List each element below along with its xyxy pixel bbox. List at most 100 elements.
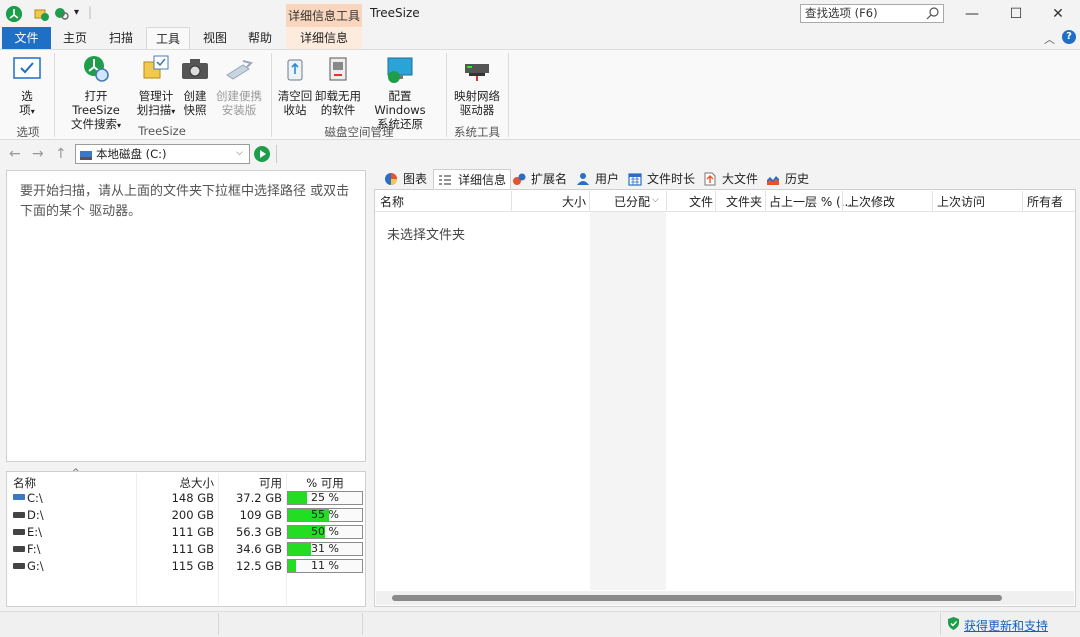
table-row[interactable]: D:\ 200 GB 109 GB 55 %	[8, 507, 364, 524]
recycle-label-2: 收站	[283, 103, 307, 117]
open-label-1: 打开 TreeSize	[72, 89, 120, 117]
up-button[interactable]: ↑	[55, 146, 67, 162]
tab-home[interactable]: 主页	[56, 27, 94, 49]
tab-details[interactable]: 详细信息	[286, 27, 362, 49]
drive-icon	[13, 512, 25, 518]
tab-extensions[interactable]: 扩展名	[512, 169, 567, 189]
free-percent-bar: 50 %	[287, 525, 363, 539]
table-row[interactable]: E:\ 111 GB 56.3 GB 50 %	[8, 524, 364, 541]
search-input[interactable]: 查找选项 (F6)	[800, 4, 944, 23]
status-separator	[362, 613, 363, 635]
col-last-modified[interactable]: 上次修改	[847, 193, 895, 210]
tab-users[interactable]: 用户	[576, 169, 619, 189]
schedule-scan-button[interactable]: 管理计 划扫描▾	[134, 53, 178, 119]
calendar-check-icon	[140, 53, 172, 85]
tab-help[interactable]: 帮助	[241, 27, 279, 49]
group-separator	[446, 53, 447, 137]
shield-check-icon	[947, 617, 960, 630]
back-button[interactable]: ←	[9, 146, 21, 162]
group-separator	[508, 53, 509, 137]
col-last-accessed[interactable]: 上次访问	[937, 193, 985, 210]
large-file-icon	[703, 172, 717, 186]
column-divider	[932, 191, 933, 211]
options-button[interactable]: 选 项▾	[8, 53, 46, 119]
start-scan-icon[interactable]	[254, 146, 270, 162]
get-updates-link[interactable]: 获得更新和支持	[964, 617, 1048, 634]
users-icon	[576, 172, 590, 186]
col-owner[interactable]: 所有者	[1027, 193, 1063, 210]
collapse-ribbon-icon[interactable]: ︿	[1044, 31, 1055, 47]
allocated-column-highlight	[590, 212, 666, 590]
monitor-restore-icon	[384, 53, 416, 85]
treesize-logo-icon	[6, 6, 22, 22]
table-row[interactable]: C:\ 148 GB 37.2 GB 25 %	[8, 490, 364, 507]
system-drive-icon	[13, 494, 25, 500]
column-divider	[765, 191, 766, 211]
details-panel[interactable]	[374, 189, 1076, 607]
drive-free: 12.5 GB	[235, 559, 282, 573]
drive-icon	[13, 546, 25, 552]
minimize-button[interactable]: —	[950, 2, 994, 26]
tab-file-age[interactable]: 文件时长	[628, 169, 695, 189]
drive-name: F:\	[27, 542, 41, 556]
col-allocated[interactable]: 已分配	[590, 193, 650, 210]
uninstall-software-button[interactable]: 卸载无用 的软件	[314, 53, 362, 117]
drive-col-total[interactable]: 总大小	[137, 475, 215, 491]
col-name[interactable]: 名称	[380, 193, 404, 210]
uninstall-icon	[322, 53, 354, 85]
uninstall-label-1: 卸载无用	[315, 89, 361, 103]
create-portable-button[interactable]: 创建便携 安装版	[214, 53, 264, 117]
drive-col-name[interactable]: 名称	[13, 475, 36, 491]
context-tab-details-tools: 详细信息工具	[286, 4, 362, 28]
maximize-button[interactable]: ☐	[994, 2, 1038, 26]
drive-col-pct[interactable]: % 可用	[287, 475, 363, 491]
col-percent-parent[interactable]: 占上一层 % (...	[769, 193, 852, 210]
quick-access-search-icon[interactable]	[54, 6, 70, 22]
help-icon[interactable]: ?	[1062, 30, 1076, 44]
table-row[interactable]: G:\ 115 GB 12.5 GB 11 %	[8, 558, 364, 575]
scrollbar-thumb[interactable]	[392, 595, 1002, 601]
sort-caret-icon: ^	[72, 468, 80, 478]
toolbar-separator	[276, 145, 277, 163]
pie-chart-icon	[384, 172, 398, 186]
group-separator	[54, 53, 55, 137]
close-button[interactable]: ✕	[1036, 2, 1080, 26]
tab-view[interactable]: 视图	[196, 27, 234, 49]
system-restore-button[interactable]: 配置 Windows 系统还原	[362, 53, 438, 131]
chevron-down-icon[interactable]: ⌵	[236, 148, 243, 158]
drive-total: 111 GB	[171, 525, 214, 539]
tab-details-view[interactable]: 详细信息	[433, 169, 512, 189]
path-dropdown[interactable]: 本地磁盘 (C:)	[75, 144, 250, 164]
uninstall-label-2: 的软件	[320, 103, 356, 117]
tab-details-label: 详细信息	[458, 173, 507, 187]
group-label-system: 系统工具	[454, 125, 500, 139]
tab-history[interactable]: 历史	[766, 169, 809, 189]
quick-access-scan-icon[interactable]	[34, 6, 50, 22]
group-label-disk: 磁盘空间管理	[324, 125, 394, 139]
open-file-search-button[interactable]: 打开 TreeSize 文件搜索▾	[60, 53, 132, 133]
empty-recycle-bin-button[interactable]: 清空回 收站	[276, 53, 314, 117]
tab-tools[interactable]: 工具	[146, 27, 190, 49]
map-label-2: 驱动器	[459, 103, 495, 117]
search-icon[interactable]	[926, 6, 940, 20]
schedule-label-2: 划扫描▾	[136, 103, 176, 117]
tab-large-files-label: 大文件	[722, 172, 759, 186]
col-files[interactable]: 文件	[667, 193, 713, 210]
forward-button[interactable]: →	[32, 146, 44, 162]
map-network-drive-button[interactable]: 映射网络 驱动器	[452, 53, 502, 117]
drive-col-free[interactable]: 可用	[218, 475, 282, 491]
tab-scan[interactable]: 扫描	[102, 27, 140, 49]
camera-icon	[179, 53, 211, 85]
status-separator	[940, 613, 941, 635]
create-snapshot-button[interactable]: 创建 快照	[178, 53, 212, 117]
col-size[interactable]: 大小	[512, 193, 586, 210]
tab-chart[interactable]: 图表	[384, 169, 427, 189]
tab-file-age-label: 文件时长	[647, 172, 696, 186]
table-row[interactable]: F:\ 111 GB 34.6 GB 31 %	[8, 541, 364, 558]
tab-large-files[interactable]: 大文件	[703, 169, 758, 189]
status-separator	[218, 613, 219, 635]
tab-file[interactable]: 文件	[2, 27, 51, 49]
quick-access-dropdown[interactable]: ▾	[74, 7, 79, 18]
col-folders[interactable]: 文件夹	[716, 193, 762, 210]
extensions-icon	[512, 172, 526, 186]
